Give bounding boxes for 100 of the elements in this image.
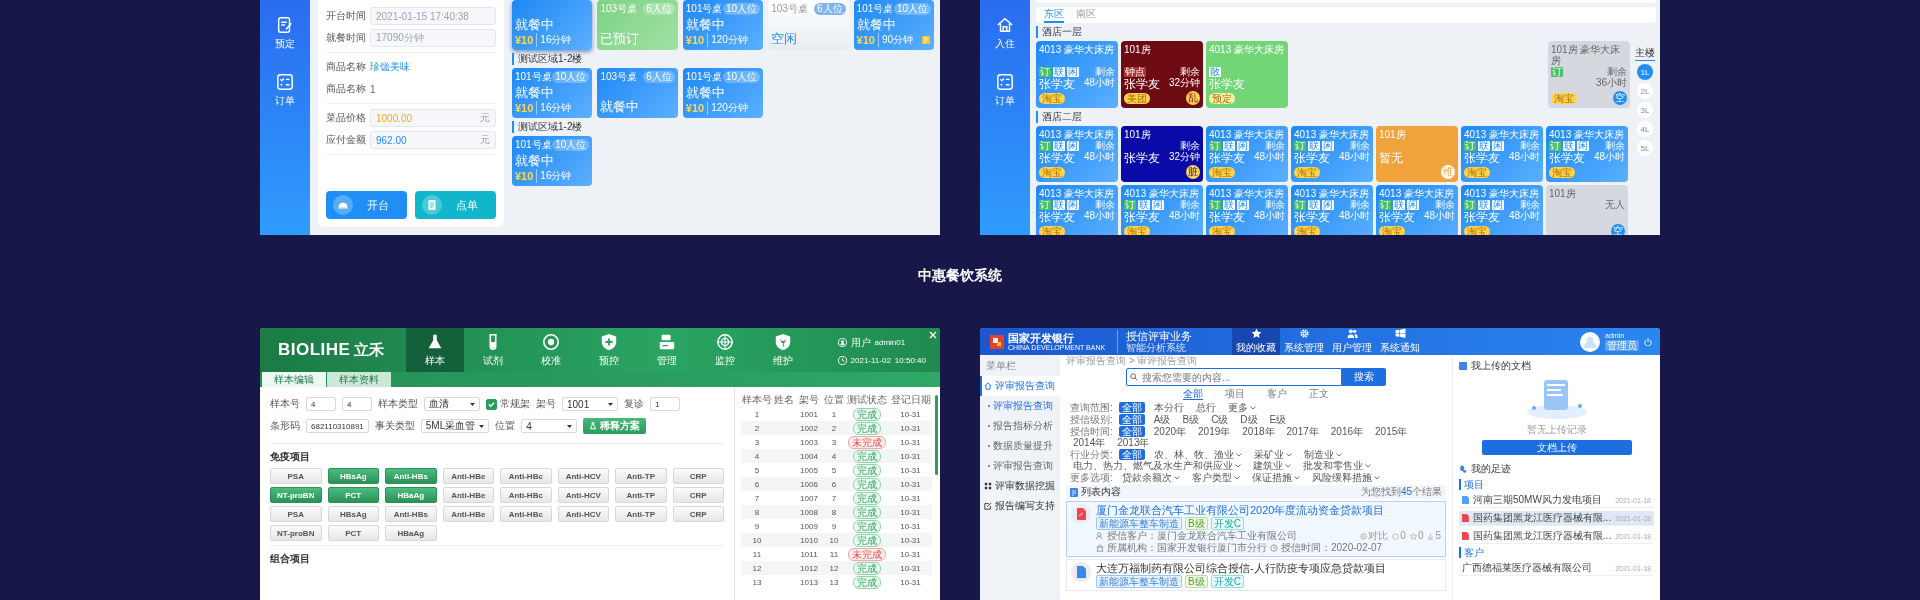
test-item-button[interactable]: Anti-TP [615, 487, 667, 503]
result-card[interactable]: 大连万福制药有限公司综合授信-人行防疫专项应急贷款项目 新能源车整车制造 B级 开发C [1066, 559, 1446, 591]
nav-tab[interactable]: 我的收藏 [1232, 328, 1281, 355]
test-item-button[interactable]: Anti-HBe [442, 506, 494, 522]
filter-option[interactable]: 采矿业 [1250, 449, 1295, 460]
table-card[interactable]: 103号桌 6人位 就餐中 [597, 68, 678, 118]
filter-option[interactable]: 建筑业 [1250, 460, 1294, 471]
table-card[interactable]: 101号桌 10人位 就餐中 ¥10 16分钟 [512, 136, 593, 186]
result-title[interactable]: 大连万福制药有限公司综合授信-人行防疫专项应急贷款项目 [1096, 562, 1386, 574]
test-item-button[interactable]: CRP [672, 487, 724, 503]
scope-tab[interactable]: 正文 [1309, 388, 1329, 400]
dropdown[interactable]: 血清 [424, 397, 480, 411]
test-item-button[interactable]: CRP [672, 468, 724, 484]
test-item-button[interactable]: NT-proBN [270, 487, 322, 503]
room-card[interactable]: 4013 豪华大床房 订 联 闲 剩余 张学友 48小时 淘宝 [1291, 185, 1373, 235]
scope-tab[interactable]: 客户 [1267, 388, 1287, 400]
floor-button[interactable]: 2L [1637, 83, 1653, 99]
submenu-item[interactable]: 评审报告查询 [980, 396, 1060, 416]
tab[interactable]: 样本编辑 [262, 372, 326, 387]
test-item-button[interactable]: PSA [270, 468, 322, 484]
submenu-item[interactable]: 报告指标分析 [980, 416, 1060, 436]
room-card[interactable]: 4013 豪华大床房 订 联 闲 剩余 张学友 48小时 淘宝 [1206, 126, 1288, 182]
table-card[interactable]: 101号桌 10人位 就餐中 ¥10 90分钟 [853, 0, 934, 50]
download-icon[interactable] [1427, 532, 1435, 540]
input-field[interactable]: 1000.00 元 [370, 109, 496, 127]
filter-option[interactable]: B级 [1179, 414, 1203, 425]
tab[interactable]: 样本资料 [327, 372, 391, 387]
filter-option[interactable]: 2017年 [1283, 426, 1322, 437]
scope-tab[interactable]: 全部 [1183, 388, 1203, 400]
nav-tab[interactable]: 管理 [638, 328, 696, 372]
test-item-button[interactable]: Anti-HCV [557, 506, 609, 522]
room-card[interactable]: 4013 豪华大床房 订 联 闲 剩余 张学友 48小时 淘宝 [1036, 126, 1118, 182]
filter-option[interactable]: A级 [1150, 414, 1174, 425]
nav-tab[interactable]: 监控 [696, 328, 754, 372]
room-card[interactable]: 101房 豪华大床房 订 剩余 36小时 淘宝 空 [1548, 41, 1630, 108]
input-field[interactable]: 962.00 元 [370, 131, 496, 149]
filter-option[interactable]: C级 [1208, 414, 1232, 425]
result-card[interactable]: 厦门金龙联合汽车工业有限公司2020年度流动资金贷款项目 新能源车整车制造 B级 开发C 授信客户：厦门金龙联合汽车工业有限公司 对比 0 0 5 所属机构：国家开发银行厦门市分行 授信时间：2020-02-07 [1066, 501, 1446, 557]
filter-option[interactable]: 更多 [1224, 402, 1259, 413]
filter-option[interactable]: 全部 [1118, 449, 1145, 460]
dropdown[interactable]: 1001 [562, 397, 618, 411]
test-item-button[interactable]: Anti-TP [615, 468, 667, 484]
room-card[interactable]: 4013 豪华大床房 订 联 闲 剩余 张学友 48小时 淘宝 [1036, 185, 1118, 235]
nav-item[interactable]: 预定 [275, 16, 295, 51]
nav-tab[interactable]: 预控 [580, 328, 638, 372]
menu-item[interactable]: 评审报告查询 [980, 376, 1060, 396]
menu-item[interactable]: 评审数据挖掘 [980, 476, 1060, 496]
test-item-button[interactable]: Anti-HCV [557, 487, 609, 503]
dropdown[interactable]: 4 [521, 419, 578, 433]
action-button[interactable]: 开台 [326, 191, 407, 219]
nav-tab[interactable]: 试剂 [464, 328, 522, 372]
test-item-button[interactable]: Anti-HBs [385, 506, 437, 522]
filter-option[interactable]: 保证措施 [1248, 472, 1303, 483]
floor-button[interactable]: 3L [1637, 102, 1653, 118]
room-card[interactable]: 4013 豪华大床房 订 联 闲 剩余 张学友 48小时 淘宝 [1206, 185, 1288, 235]
room-card[interactable]: 4013 豪华大床房 订 联 闲 剩余 张学友 48小时 淘宝 [1376, 185, 1458, 235]
filter-option[interactable]: 2019年 [1195, 426, 1234, 437]
room-card[interactable]: 4013 豪华大床房 订 联 闲 剩余 张学友 48小时 淘宝 [1546, 126, 1628, 182]
test-item-button[interactable]: Anti-HBc [500, 468, 552, 484]
room-card[interactable]: 101房 剩余 张学友 32分钟 脏 [1121, 126, 1203, 182]
table-card[interactable]: 101号桌 10人位 就餐中 ¥10 16分钟 [512, 68, 593, 118]
input-field[interactable]: 4 [342, 397, 372, 411]
filter-option[interactable]: 农、林、牧、渔业 [1150, 449, 1245, 460]
filter-option[interactable]: 本分行 [1150, 402, 1187, 413]
test-item-button[interactable]: Anti-HBe [442, 468, 494, 484]
dropdown[interactable]: 5ML采血管 [420, 419, 490, 433]
filter-option[interactable]: E级 [1266, 414, 1290, 425]
nav-tab[interactable]: 系统管理 [1280, 328, 1329, 355]
filter-option[interactable]: 全部 [1118, 426, 1145, 437]
filter-option[interactable]: 2016年 [1327, 426, 1367, 437]
nav-item[interactable]: 订单 [995, 73, 1015, 108]
floor-button[interactable]: 5L [1637, 140, 1653, 156]
room-card[interactable]: 101房 无人 空 [1546, 185, 1628, 235]
room-card[interactable]: 4013 豪华大床房 订 联 闲 剩余 张学友 48小时 淘宝 [1461, 185, 1543, 235]
test-item-button[interactable]: PSA [270, 506, 322, 522]
close-icon[interactable] [929, 331, 937, 339]
room-card[interactable]: 101房 钟点 剩余 张学友 32分钟 美团 乱 [1121, 41, 1203, 108]
nav-tab[interactable]: 样本 [406, 328, 464, 372]
area-tab[interactable]: 南区 [1076, 7, 1096, 23]
test-item-button[interactable]: Anti-TP [615, 506, 667, 522]
submenu-item[interactable]: 评审报告查询 [980, 456, 1060, 476]
test-item-button[interactable]: Anti-HBe [442, 487, 494, 503]
test-item-button[interactable]: HBaAg [385, 487, 437, 503]
room-card[interactable]: 4013 豪华大床房 订 联 闲 剩余 张学友 48小时 淘宝 [1121, 185, 1203, 235]
search-button[interactable]: 搜索 [1342, 368, 1386, 386]
scrollbar[interactable] [935, 395, 938, 475]
table-card[interactable]: 103号桌 6人位 空闲 [768, 0, 849, 50]
test-item-button[interactable]: HBsAg [327, 468, 379, 484]
nav-tab[interactable]: 校准 [522, 328, 580, 372]
result-title[interactable]: 厦门金龙联合汽车工业有限公司2020年度流动资金贷款项目 [1096, 504, 1385, 516]
test-item-button[interactable]: Anti-HBs [385, 468, 437, 484]
filter-option[interactable]: 批发和零售业 [1300, 460, 1374, 471]
test-item-button[interactable]: PCT [327, 525, 379, 541]
area-tab[interactable]: 东区 [1044, 7, 1064, 23]
upload-button[interactable]: 文档上传 [1481, 440, 1632, 455]
filter-option[interactable]: 全部 [1118, 414, 1145, 425]
filter-option[interactable]: 客户类型 [1188, 472, 1243, 483]
filter-option[interactable]: 2013年 [1114, 437, 1153, 448]
avatar-icon[interactable] [1580, 331, 1600, 352]
filter-option[interactable]: D级 [1237, 414, 1261, 425]
